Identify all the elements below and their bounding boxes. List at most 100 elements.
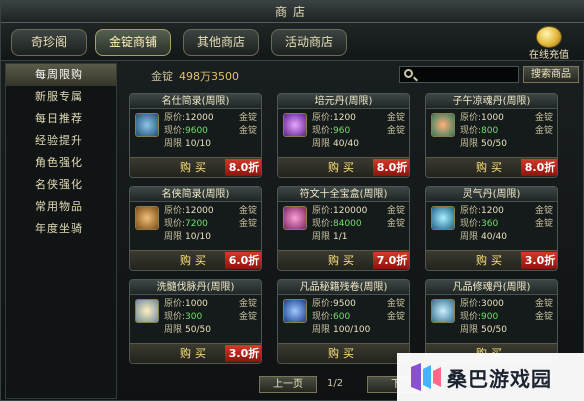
current-price-value: 600 — [333, 312, 351, 322]
tab-event-shop[interactable]: 活动商店 — [271, 29, 347, 56]
watermark: 桑巴游戏园 — [397, 353, 584, 401]
weekly-limit-label: 周限 — [460, 139, 479, 149]
buy-bar: 购买 3.0折 — [426, 250, 557, 270]
item-card[interactable]: 名侠简录(周限) 原价: 12000 金锭 现价: 7200 金锭 周限 10/10 购买 6.0折 — [129, 186, 262, 271]
gold-ingot-icon — [536, 26, 562, 48]
buy-button[interactable]: 购买 — [320, 160, 366, 175]
search-icon — [404, 69, 413, 78]
current-price-label: 现价: — [312, 312, 334, 322]
weekly-limit-label: 周限 — [460, 325, 479, 335]
currency-unit: 金锭 — [238, 206, 257, 216]
pill-icon[interactable] — [431, 113, 455, 137]
tab-treasure-pavilion[interactable]: 奇珍阁 — [11, 29, 87, 56]
item-card[interactable]: 培元丹(周限) 原价: 1200 金锭 现价: 960 金锭 周限 40/40 购买 8.0折 — [277, 93, 410, 178]
sidebar-item-hero-enhance[interactable]: 名侠强化 — [6, 174, 116, 196]
buy-bar: 购买 8.0折 — [426, 157, 557, 177]
currency-unit: 金锭 — [238, 219, 257, 229]
item-grid: 名仕简录(周限) 原价: 12000 金锭 现价: 9600 金锭 周限 10/10 购买 8.0折… — [129, 93, 581, 371]
item-name: 名仕简录(周限) — [130, 94, 261, 109]
item-name: 子午凉魂丹(周限) — [426, 94, 557, 109]
sidebar-item-annual-mount[interactable]: 年度坐骑 — [6, 218, 116, 240]
shop-window: 商店 奇珍阁 金锭商铺 其他商店 活动商店 在线充值 每周限购 新服专属 每日推… — [0, 0, 584, 401]
original-price-label: 原价: — [312, 206, 334, 216]
original-price-row: 原价: 1200 金锭 — [460, 206, 556, 217]
weekly-limit-value: 50/50 — [481, 325, 507, 335]
item-card[interactable]: 凡品秘籍残卷(周限) 原价: 9500 金锭 现价: 600 金锭 周限 100/100 购买 — [277, 279, 410, 364]
currency-unit: 金锭 — [386, 299, 405, 309]
search-box — [399, 66, 519, 83]
original-price-row: 原价: 12000 金锭 — [164, 113, 260, 124]
treasure-box-icon[interactable] — [283, 206, 307, 230]
buy-bar: 购买 8.0折 — [130, 157, 261, 177]
weekly-limit-value: 40/40 — [481, 232, 507, 242]
current-price-row: 现价: 7200 金锭 — [164, 219, 260, 230]
scroll-book-icon[interactable] — [135, 113, 159, 137]
current-price-value: 960 — [333, 126, 351, 136]
item-name: 洗髓伐脉丹(周限) — [130, 280, 261, 295]
item-card[interactable]: 子午凉魂丹(周限) 原价: 1000 金锭 现价: 800 金锭 周限 50/50 购买 8.0折 — [425, 93, 558, 178]
current-price-row: 现价: 9600 金锭 — [164, 126, 260, 137]
white-pill-icon[interactable] — [135, 299, 159, 323]
recharge-label: 在线充值 — [529, 50, 569, 61]
gold-balance: 金锭 498万3500 — [151, 68, 239, 84]
weekly-limit-label: 周限 — [164, 325, 183, 335]
item-card[interactable]: 灵气丹(周限) 原价: 1200 金锭 现价: 360 金锭 周限 40/40 购买 3.0折 — [425, 186, 558, 271]
item-name: 符文十全宝盒(周限) — [278, 187, 409, 202]
sidebar-item-weekly-limited[interactable]: 每周限购 — [6, 64, 116, 86]
window-title: 商店 — [1, 1, 584, 23]
currency-unit: 金锭 — [386, 126, 405, 136]
currency-unit: 金锭 — [238, 299, 257, 309]
item-card[interactable]: 符文十全宝盒(周限) 原价: 120000 金锭 现价: 84000 金锭 周限 1/1 购买 7.… — [277, 186, 410, 271]
original-price-label: 原价: — [164, 206, 186, 216]
buy-button[interactable]: 购买 — [172, 346, 218, 361]
sidebar-item-common-items[interactable]: 常用物品 — [6, 196, 116, 218]
blue-orb-icon[interactable] — [431, 206, 455, 230]
current-price-label: 现价: — [164, 126, 186, 136]
original-price-label: 原价: — [460, 299, 482, 309]
buy-button[interactable]: 购买 — [468, 160, 514, 175]
buy-button[interactable]: 购买 — [468, 253, 514, 268]
item-card[interactable]: 洗髓伐脉丹(周限) 原价: 1000 金锭 现价: 300 金锭 周限 50/50 购买 3.0折 — [129, 279, 262, 364]
buy-button[interactable]: 购买 — [172, 253, 218, 268]
sidebar-item-new-server[interactable]: 新服专属 — [6, 86, 116, 108]
item-card[interactable]: 凡品修魂丹(周限)原价:3000金锭现价:900金锭周限50/50购买 — [425, 279, 558, 364]
current-price-label: 现价: — [460, 126, 482, 136]
bamboo-scroll-icon[interactable] — [135, 206, 159, 230]
currency-unit: 金锭 — [386, 206, 405, 216]
crystal-orb-icon[interactable] — [431, 299, 455, 323]
sidebar-item-daily-recommend[interactable]: 每日推荐 — [6, 108, 116, 130]
tab-gold-ingot-shop[interactable]: 金锭商铺 — [95, 29, 171, 56]
sidebar-item-exp-boost[interactable]: 经验提升 — [6, 130, 116, 152]
current-price-value: 7200 — [185, 219, 208, 229]
buy-button[interactable]: 购买 — [172, 160, 218, 175]
discount-badge: 8.0折 — [225, 159, 261, 176]
item-card[interactable]: 名仕简录(周限) 原价: 12000 金锭 现价: 9600 金锭 周限 10/10 购买 8.0折 — [129, 93, 262, 178]
original-price-value: 12000 — [185, 206, 214, 216]
prev-page-button[interactable]: 上一页 — [259, 376, 317, 393]
current-price-value: 900 — [481, 312, 499, 322]
original-price-label: 原价: — [164, 113, 186, 123]
weekly-limit-value: 100/100 — [333, 325, 371, 335]
buy-button[interactable]: 购买 — [320, 346, 366, 361]
gold-balance-label: 金锭 — [151, 70, 173, 83]
buy-button[interactable]: 购买 — [320, 253, 366, 268]
current-price-row: 现价: 900 金锭 — [460, 312, 556, 323]
search-button[interactable]: 搜索商品 — [523, 66, 579, 83]
weekly-limit-row: 周限 100/100 — [312, 325, 408, 336]
weekly-limit-row: 周限 1/1 — [312, 232, 408, 243]
recharge-button[interactable]: 在线充值 — [521, 25, 577, 61]
tab-other-shops[interactable]: 其他商店 — [183, 29, 259, 56]
purple-orb-icon[interactable] — [283, 113, 307, 137]
currency-unit: 金锭 — [534, 126, 553, 136]
discount-badge: 8.0折 — [521, 159, 557, 176]
current-price-row: 现价: 300 金锭 — [164, 312, 260, 323]
currency-unit: 金锭 — [534, 312, 553, 322]
original-price-row: 原价: 120000 金锭 — [312, 206, 408, 217]
sidebar-item-character-enhance[interactable]: 角色强化 — [6, 152, 116, 174]
search-input[interactable] — [418, 67, 518, 82]
weekly-limit-value: 10/10 — [185, 139, 211, 149]
blue-book-icon[interactable] — [283, 299, 307, 323]
weekly-limit-row: 周限 10/10 — [164, 232, 260, 243]
weekly-limit-value: 10/10 — [185, 232, 211, 242]
original-price-value: 12000 — [185, 113, 214, 123]
